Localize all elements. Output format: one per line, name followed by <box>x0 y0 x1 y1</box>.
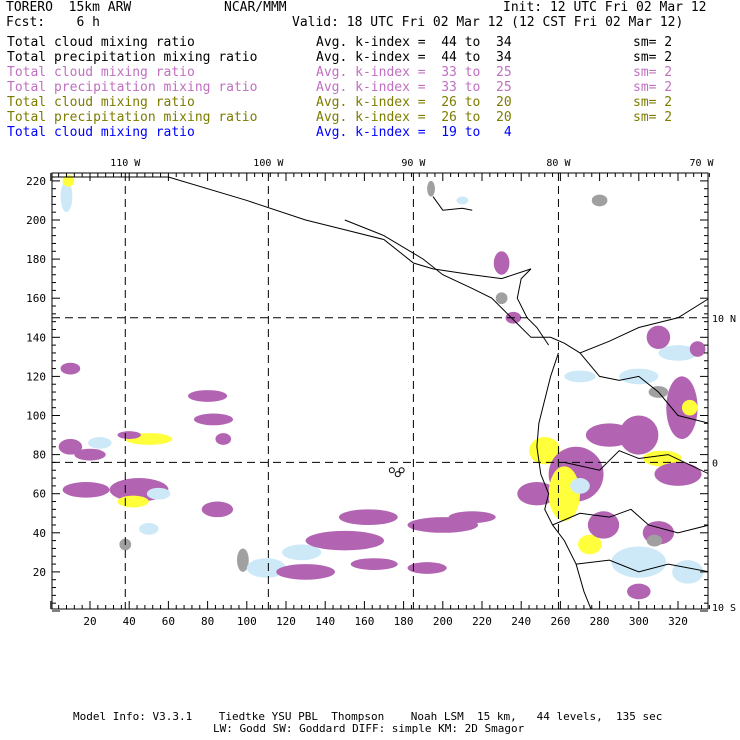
field-purple <box>646 325 671 350</box>
field-gray <box>591 194 608 207</box>
x-tick-label: 300 <box>629 615 649 628</box>
x-tick-label: 60 <box>162 615 175 628</box>
y-tick-label: 100 <box>26 410 46 423</box>
x-tick-label: 280 <box>590 615 610 628</box>
field-blue <box>672 560 704 584</box>
field-purple <box>350 558 398 570</box>
longitude-label: 80 W <box>546 158 571 169</box>
y-tick-label: 160 <box>26 292 46 305</box>
field-layer <box>52 175 708 609</box>
field-purple <box>193 413 234 426</box>
x-tick-label: 20 <box>83 615 96 628</box>
field-purple <box>305 530 384 551</box>
y-tick-label: 180 <box>26 253 46 266</box>
field-purple <box>276 564 335 580</box>
x-tick-label: 260 <box>550 615 570 628</box>
field-blue <box>570 478 590 494</box>
field-blue <box>564 370 596 383</box>
coastline <box>516 268 550 346</box>
field-purple <box>627 583 651 600</box>
x-tick-label: 100 <box>237 615 257 628</box>
field-blue <box>456 196 469 205</box>
field-purple <box>448 511 496 524</box>
field-gray <box>495 292 508 305</box>
field-purple <box>338 509 398 525</box>
x-tick-label: 40 <box>123 615 136 628</box>
y-tick-label: 80 <box>33 449 46 462</box>
longitude-label: 70 W <box>689 158 714 169</box>
field-purple <box>117 431 141 439</box>
longitude-label: 90 W <box>401 158 426 169</box>
longitude-label: 100 W <box>253 158 284 169</box>
x-tick-label: 140 <box>315 615 335 628</box>
longitude-label: 110 W <box>110 158 141 169</box>
y-tick-label: 40 <box>33 527 46 540</box>
field-purple <box>619 415 659 455</box>
field-purple <box>62 481 110 498</box>
x-tick-label: 240 <box>511 615 531 628</box>
field-gray <box>646 534 663 547</box>
y-tick-label: 60 <box>33 488 46 501</box>
island-galapagos <box>388 467 395 474</box>
field-purple <box>654 462 702 486</box>
model-info-line2: LW: Godd SW: Goddard DIFF: simple KM: 2D… <box>213 722 525 735</box>
field-blue <box>611 546 667 578</box>
x-tick-label: 320 <box>668 615 688 628</box>
x-tick-label: 120 <box>276 615 296 628</box>
y-tick-label: 120 <box>26 370 46 383</box>
field-purple <box>493 251 510 275</box>
field-purple <box>74 448 106 461</box>
x-tick-label: 160 <box>354 615 374 628</box>
y-tick-label: 20 <box>33 566 46 579</box>
island-galapagos <box>398 467 405 474</box>
x-tick-label: 80 <box>201 615 214 628</box>
coastline <box>552 508 708 534</box>
field-purple <box>60 362 81 375</box>
field-purple <box>215 433 232 445</box>
x-tick-label: 220 <box>472 615 492 628</box>
field-blue <box>88 437 112 449</box>
coastline <box>52 176 532 280</box>
field-yellow <box>681 399 698 416</box>
y-tick-label: 140 <box>26 331 46 344</box>
field-yellow <box>117 495 149 508</box>
field-purple <box>201 501 234 518</box>
latitude-label: 10 N <box>712 314 736 325</box>
field-blue <box>139 523 159 535</box>
y-tick-label: 220 <box>26 175 46 188</box>
map-plot: 20 40 60 80 100 120 140 160 180 200 220 240 260 280 30… <box>26 158 736 628</box>
island-galapagos <box>394 471 401 478</box>
field-yellow <box>548 466 580 522</box>
field-gray <box>427 180 435 197</box>
x-tick-label: 200 <box>433 615 453 628</box>
field-purple <box>188 390 228 402</box>
field-purple <box>689 341 706 357</box>
y-tick-label: 200 <box>26 214 46 227</box>
x-tick-label: 180 <box>394 615 414 628</box>
latitude-label: 10 S <box>712 603 736 614</box>
field-blue <box>146 487 171 500</box>
latitude-label: 0 <box>712 458 718 469</box>
